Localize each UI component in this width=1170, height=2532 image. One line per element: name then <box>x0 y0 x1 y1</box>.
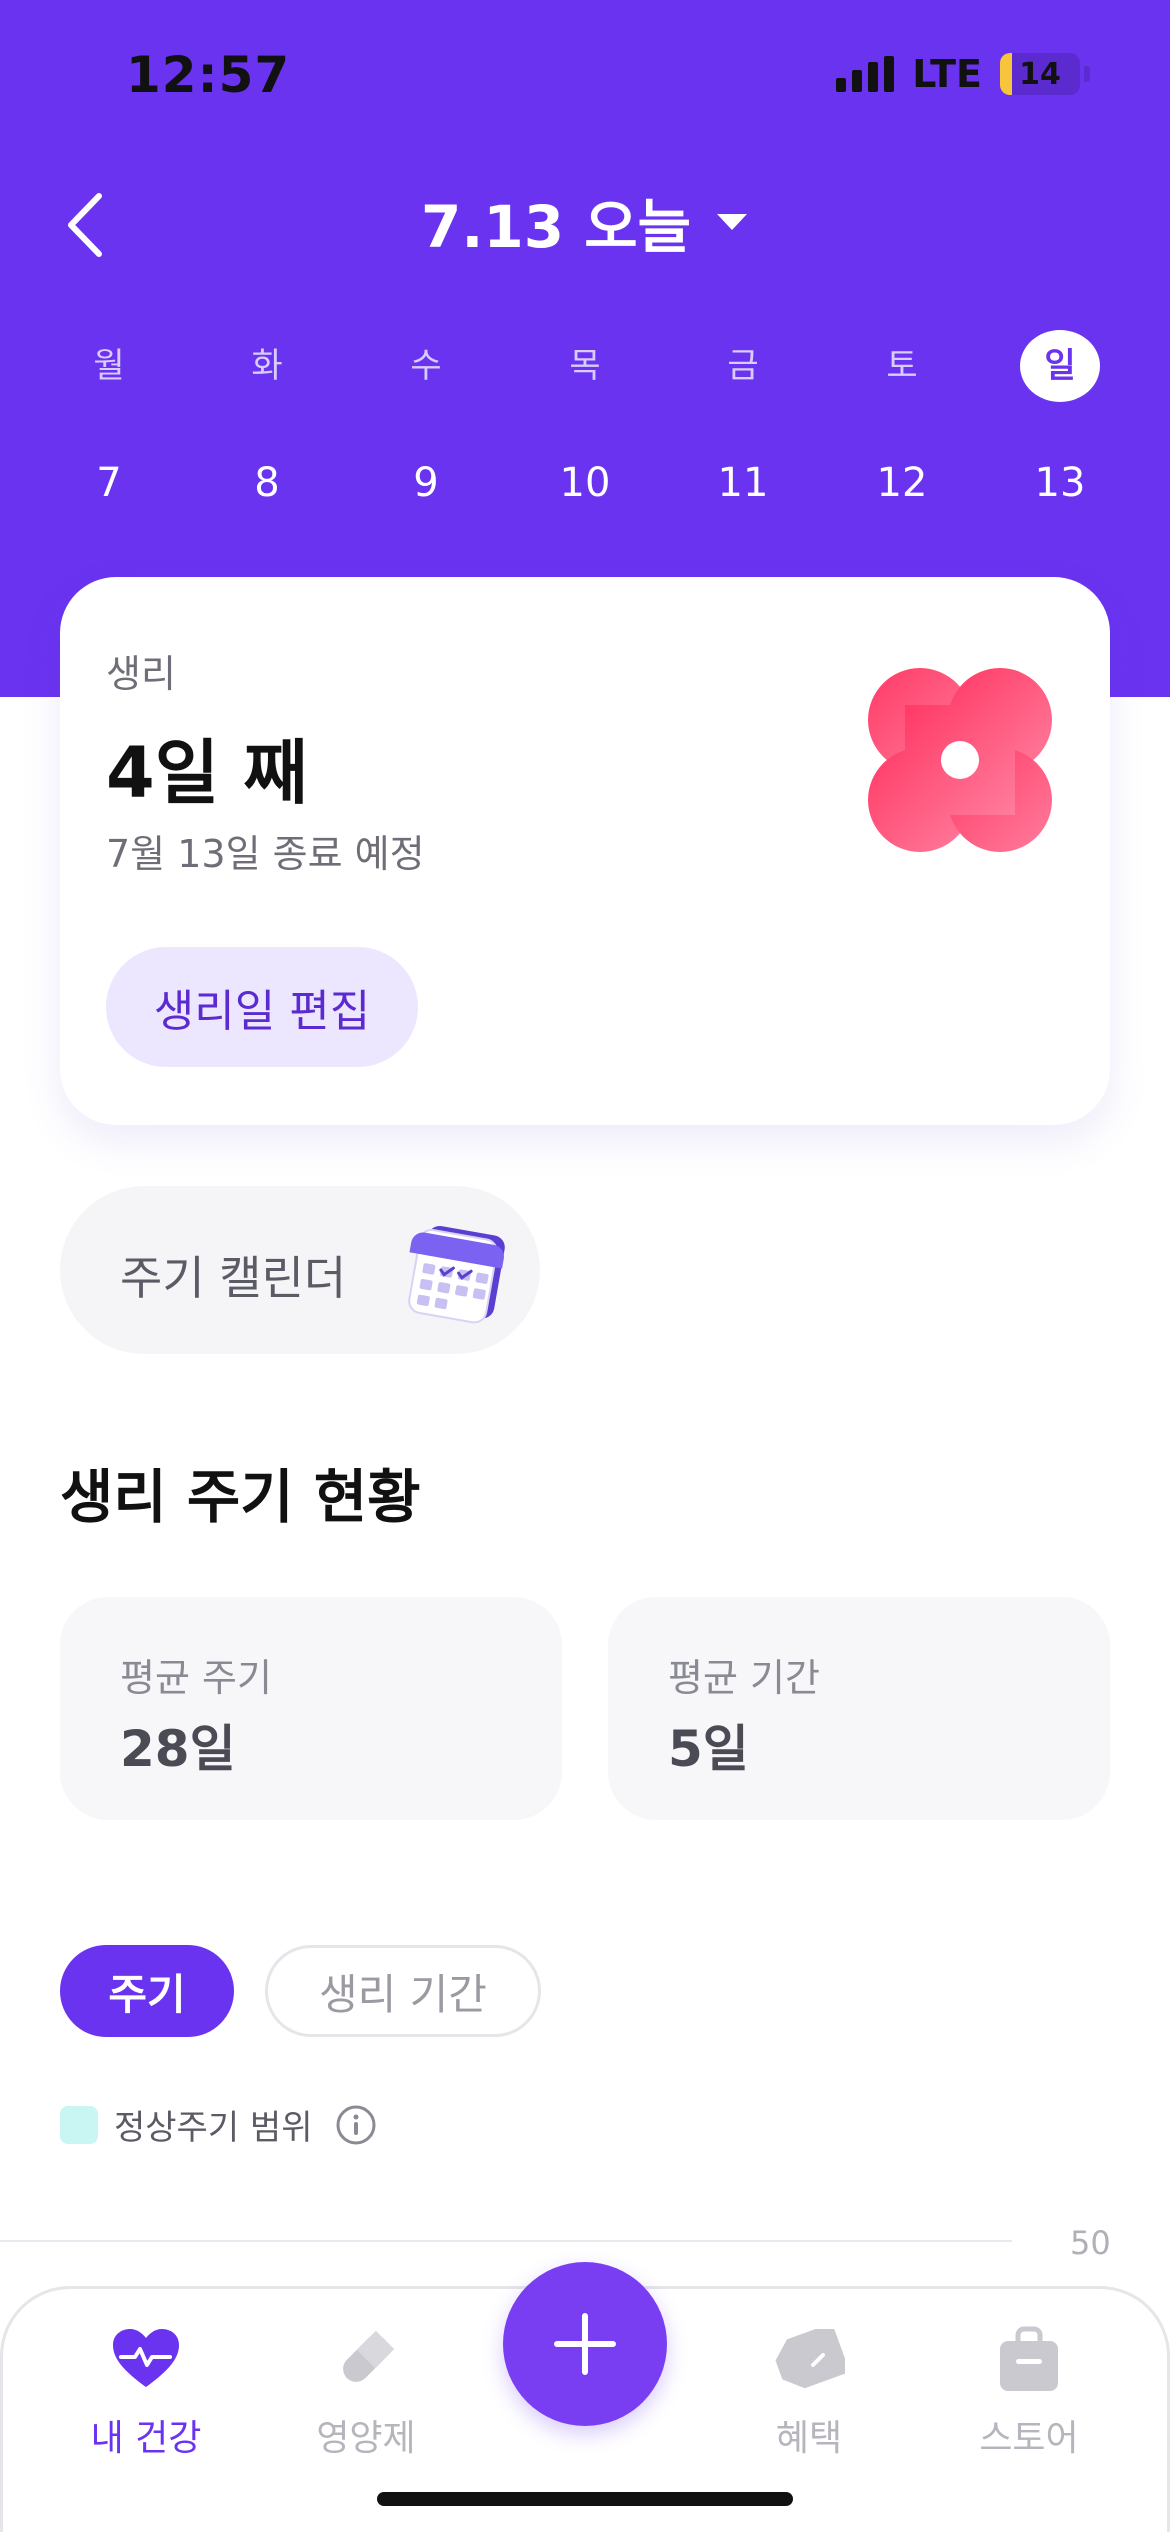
period-status-card: 생리 4일 째 7월 13일 종료 예정 생리일 편집 <box>60 577 1110 1125</box>
stat-label: 평균 기간 <box>668 1656 820 1700</box>
tab-benefits[interactable]: 혜택 <box>719 2319 899 2479</box>
tab-supplements[interactable]: 영양제 <box>276 2319 456 2479</box>
date-selector[interactable]: 7.13 오늘 <box>0 180 1170 264</box>
battery-icon: 14 <box>1000 53 1080 95</box>
chart-legend: 정상주기 범위 <box>60 2100 377 2149</box>
period-label: 생리 <box>106 652 176 696</box>
chip-period-length[interactable]: 생리 기간 <box>265 1945 541 2037</box>
weekday-label: 화 <box>251 346 283 386</box>
weekday-label-selected: 일 <box>1020 330 1100 402</box>
tab-my-health[interactable]: 내 건강 <box>56 2319 236 2479</box>
info-icon[interactable] <box>335 2104 377 2146</box>
tab-label: 스토어 <box>979 2418 1079 2459</box>
weekday-row: 월 화 수 목 금 토 일 <box>0 330 1170 410</box>
tab-label: 영양제 <box>316 2418 416 2459</box>
network-label: LTE <box>912 52 982 96</box>
cycle-status-title: 생리 주기 현황 <box>60 1463 421 1531</box>
date-cell[interactable]: 7 <box>69 460 149 506</box>
chart-y-tick: 50 <box>1070 2224 1111 2262</box>
caret-down-icon <box>717 214 747 230</box>
home-indicator <box>377 2492 793 2506</box>
weekday-label: 수 <box>410 346 442 386</box>
stat-value: 28일 <box>120 1720 236 1778</box>
average-duration-card: 평균 기간 5일 <box>608 1597 1110 1820</box>
chart-gridline <box>0 2240 1012 2242</box>
chip-cycle[interactable]: 주기 <box>60 1945 234 2037</box>
date-row: 7 8 9 10 11 12 13 <box>0 460 1170 540</box>
weekday-label: 금 <box>727 346 759 386</box>
pill-icon <box>326 2319 406 2399</box>
date-cell[interactable]: 8 <box>227 460 307 506</box>
legend-swatch <box>60 2105 98 2144</box>
weekday-label: 월 <box>93 346 125 386</box>
stat-label: 평균 주기 <box>120 1656 272 1700</box>
tag-icon <box>769 2319 849 2399</box>
status-time: 12:57 <box>126 46 291 104</box>
signal-icon <box>836 56 895 92</box>
plus-icon <box>554 2313 616 2375</box>
weekday-label: 목 <box>569 346 601 386</box>
weekday-label: 토 <box>886 346 918 386</box>
status-indicators: LTE 14 <box>836 52 1090 96</box>
date-cell-selected[interactable]: 13 <box>1020 460 1100 506</box>
edit-period-button[interactable]: 생리일 편집 <box>106 947 418 1067</box>
battery-level: 14 <box>1019 56 1061 92</box>
add-record-button[interactable] <box>503 2262 667 2426</box>
calendar-icon <box>408 1225 505 1324</box>
stat-value: 5일 <box>668 1720 749 1778</box>
legend-label: 정상주기 범위 <box>114 2108 313 2148</box>
flower-icon <box>868 668 1052 852</box>
date-cell[interactable]: 11 <box>703 460 783 506</box>
tab-label: 내 건강 <box>90 2418 202 2459</box>
period-end-date: 7월 13일 종료 예정 <box>106 832 425 876</box>
date-cell[interactable]: 10 <box>545 460 625 506</box>
average-cycle-card: 평균 주기 28일 <box>60 1597 562 1820</box>
page-title: 7.13 오늘 <box>420 193 691 261</box>
tab-label: 혜택 <box>775 2418 843 2459</box>
date-cell[interactable]: 12 <box>862 460 942 506</box>
cycle-calendar-button[interactable]: 주기 캘린더 <box>60 1186 540 1354</box>
heart-pulse-icon <box>106 2319 186 2399</box>
cycle-calendar-label: 주기 캘린더 <box>120 1251 347 1305</box>
tab-store[interactable]: 스토어 <box>939 2319 1119 2479</box>
shopping-bag-icon <box>989 2319 1069 2399</box>
date-cell[interactable]: 9 <box>386 460 466 506</box>
period-day-count: 4일 째 <box>106 732 308 814</box>
